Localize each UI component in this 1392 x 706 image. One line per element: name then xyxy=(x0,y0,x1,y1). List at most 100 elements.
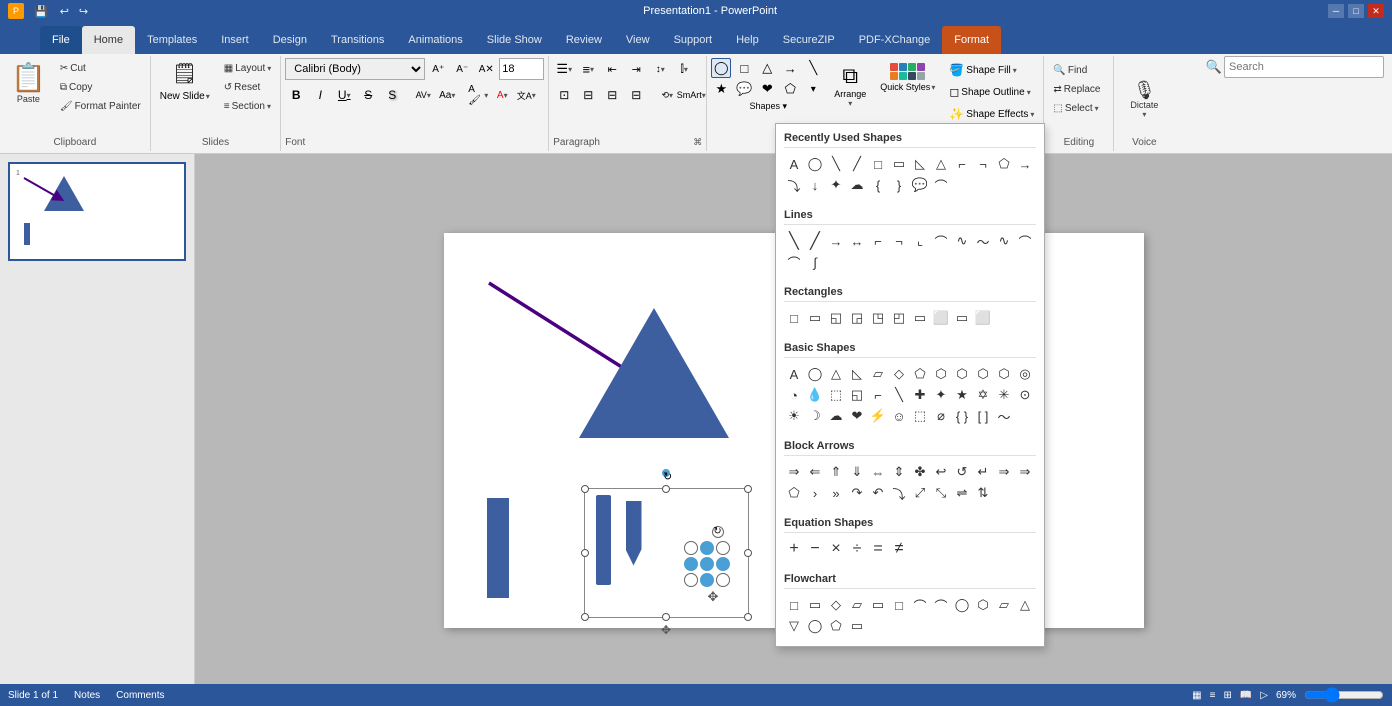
flow-document[interactable]: ⌒ xyxy=(910,595,930,615)
align-left-button[interactable]: ⊡ xyxy=(553,84,575,106)
rect-round4[interactable]: ▭ xyxy=(952,308,972,328)
basic-sun[interactable]: ☀ xyxy=(784,406,804,426)
shape-textbox[interactable]: A xyxy=(784,154,804,174)
barrow-down[interactable]: ⇓ xyxy=(847,462,867,482)
basic-star6[interactable]: ✡ xyxy=(973,385,993,405)
quick-access-undo[interactable]: ↩ xyxy=(56,5,73,18)
shape-effects-button[interactable]: ✨ Shape Effects ▾ xyxy=(944,104,1039,124)
rect-round[interactable]: ▭ xyxy=(805,308,825,328)
cluster-handle-br[interactable] xyxy=(716,573,730,587)
cluster-handle-tr[interactable] xyxy=(716,541,730,555)
tab-insert[interactable]: Insert xyxy=(209,26,261,54)
barrow-notch[interactable]: ⇒ xyxy=(1015,462,1035,482)
basic-donut[interactable]: ◎ xyxy=(1015,364,1035,384)
basic-parallelogram[interactable]: ▱ xyxy=(868,364,888,384)
basic-octagon[interactable]: ⬡ xyxy=(973,364,993,384)
shape-star[interactable]: ★ xyxy=(711,79,731,99)
notes-button[interactable]: Notes xyxy=(74,690,100,701)
handle-bottom-mid[interactable] xyxy=(662,613,670,621)
justify-button[interactable]: ⊟ xyxy=(625,84,647,106)
basic-triangle[interactable]: △ xyxy=(826,364,846,384)
new-slide-dropdown-button[interactable]: New Slide ▾ xyxy=(155,89,215,104)
highlight-color-button[interactable]: A🖌▾ xyxy=(467,84,489,106)
line-bent2[interactable]: ¬ xyxy=(889,231,909,251)
shape-pentagon-r[interactable]: ⬠ xyxy=(994,154,1014,174)
flow-prep[interactable]: ⬡ xyxy=(973,595,993,615)
tab-securezip[interactable]: SecureZIP xyxy=(771,26,847,54)
italic-button[interactable]: I xyxy=(309,84,331,106)
flow-process[interactable]: □ xyxy=(784,595,804,615)
layout-button[interactable]: ▦ Layout ▾ xyxy=(219,60,277,77)
view-slideshow[interactable]: ▷ xyxy=(1260,690,1268,701)
shape-down-r[interactable]: ↓ xyxy=(805,175,825,195)
rect-snip2[interactable]: ◲ xyxy=(847,308,867,328)
shape-larr-r[interactable]: ⌐ xyxy=(952,154,972,174)
flow-multidoc[interactable]: ⌒ xyxy=(931,595,951,615)
rect-snip3[interactable]: ◳ xyxy=(868,308,888,328)
tab-view[interactable]: View xyxy=(614,26,662,54)
view-slide-sorter[interactable]: ⊞ xyxy=(1223,690,1231,701)
tab-format[interactable]: Format xyxy=(942,26,1001,54)
bold-button[interactable]: B xyxy=(285,84,307,106)
shape-arrow-r[interactable]: → xyxy=(1015,154,1035,174)
shape-rrect-r[interactable]: ▭ xyxy=(889,154,909,174)
line-curve5[interactable]: ∫ xyxy=(805,252,825,272)
flow-loop[interactable]: △ xyxy=(1015,595,1035,615)
view-reading[interactable]: 📖 xyxy=(1240,690,1252,701)
triangle-shape[interactable] xyxy=(579,308,729,438)
shape-callout-r[interactable]: 💬 xyxy=(910,175,930,195)
barrow-swoosh[interactable]: ⤵ xyxy=(889,483,909,503)
shape-line[interactable]: ╲ xyxy=(803,58,823,78)
replace-button[interactable]: ⇄ Replace xyxy=(1048,81,1105,98)
cluster-handle-tm[interactable] xyxy=(700,541,714,555)
view-outline[interactable]: ≡ xyxy=(1210,690,1216,701)
barrow-up[interactable]: ⇑ xyxy=(826,462,846,482)
cluster-handle-mr[interactable] xyxy=(716,557,730,571)
cluster-handle-tl[interactable] xyxy=(684,541,698,555)
basic-teardrop[interactable]: 💧 xyxy=(805,385,825,405)
basic-cube[interactable]: ⬚ xyxy=(910,406,930,426)
basic-decagon[interactable]: ⬡ xyxy=(994,364,1014,384)
rect-round2[interactable]: ▭ xyxy=(910,308,930,328)
cluster-rotate-handle[interactable]: ↻ xyxy=(712,526,724,538)
tab-design[interactable]: Design xyxy=(261,26,319,54)
barrow-curved3[interactable]: ↶ xyxy=(868,483,888,503)
shape-cloud-r[interactable]: ☁ xyxy=(847,175,867,195)
shadow-button[interactable]: S xyxy=(381,84,403,106)
basic-target[interactable]: ⊙ xyxy=(1015,385,1035,405)
select-button[interactable]: ⬚ Select ▾ xyxy=(1048,100,1103,117)
basic-corner[interactable]: ⌐ xyxy=(868,385,888,405)
barrow-quad[interactable]: ✤ xyxy=(910,462,930,482)
tab-support[interactable]: Support xyxy=(662,26,725,54)
shape-line-r[interactable]: ╲ xyxy=(826,154,846,174)
barrow-dchevron[interactable]: » xyxy=(826,483,846,503)
barrow-lr2[interactable]: ⇌ xyxy=(952,483,972,503)
view-normal[interactable]: ▦ xyxy=(1192,690,1201,701)
barrow-left[interactable]: ⇐ xyxy=(805,462,825,482)
barrow-stripe[interactable]: ⇒ xyxy=(994,462,1014,482)
quick-styles-button[interactable]: Quick Styles ▾ xyxy=(875,60,940,95)
shape-arrow-right[interactable]: → xyxy=(780,58,800,78)
align-right-button[interactable]: ⊟ xyxy=(601,84,623,106)
barrow-bent[interactable]: ↵ xyxy=(973,462,993,482)
change-case-button[interactable]: Aa▾ xyxy=(436,84,458,106)
arrange-button[interactable]: ⧉ Arrange ▾ xyxy=(829,60,871,111)
handle-top-left[interactable] xyxy=(581,485,589,493)
basic-rtriangle[interactable]: ◺ xyxy=(847,364,867,384)
rect-snip4[interactable]: ◰ xyxy=(889,308,909,328)
shape-outline-button[interactable]: ◻ Shape Outline ▾ xyxy=(944,82,1039,102)
basic-halfframe[interactable]: ◱ xyxy=(847,385,867,405)
shape-star-r[interactable]: ✦ xyxy=(826,175,846,195)
tab-slideshow[interactable]: Slide Show xyxy=(475,26,554,54)
shape-line2-r[interactable]: ╱ xyxy=(847,154,867,174)
strikethrough-button[interactable]: S xyxy=(357,84,379,106)
line-curve3[interactable]: ⌒ xyxy=(1015,231,1035,251)
handle-rotate[interactable]: ↻ xyxy=(662,469,670,477)
basic-heptagon[interactable]: ⬡ xyxy=(952,364,972,384)
handle-mid-left[interactable] xyxy=(581,549,589,557)
paragraph-dialog-launcher[interactable]: ⌘ xyxy=(693,137,702,148)
basic-cloud[interactable]: ☁ xyxy=(826,406,846,426)
format-painter-button[interactable]: 🖌 Format Painter xyxy=(55,98,146,115)
quick-access-redo[interactable]: ↪ xyxy=(75,5,92,18)
basic-cylinder[interactable]: ⌀ xyxy=(931,406,951,426)
